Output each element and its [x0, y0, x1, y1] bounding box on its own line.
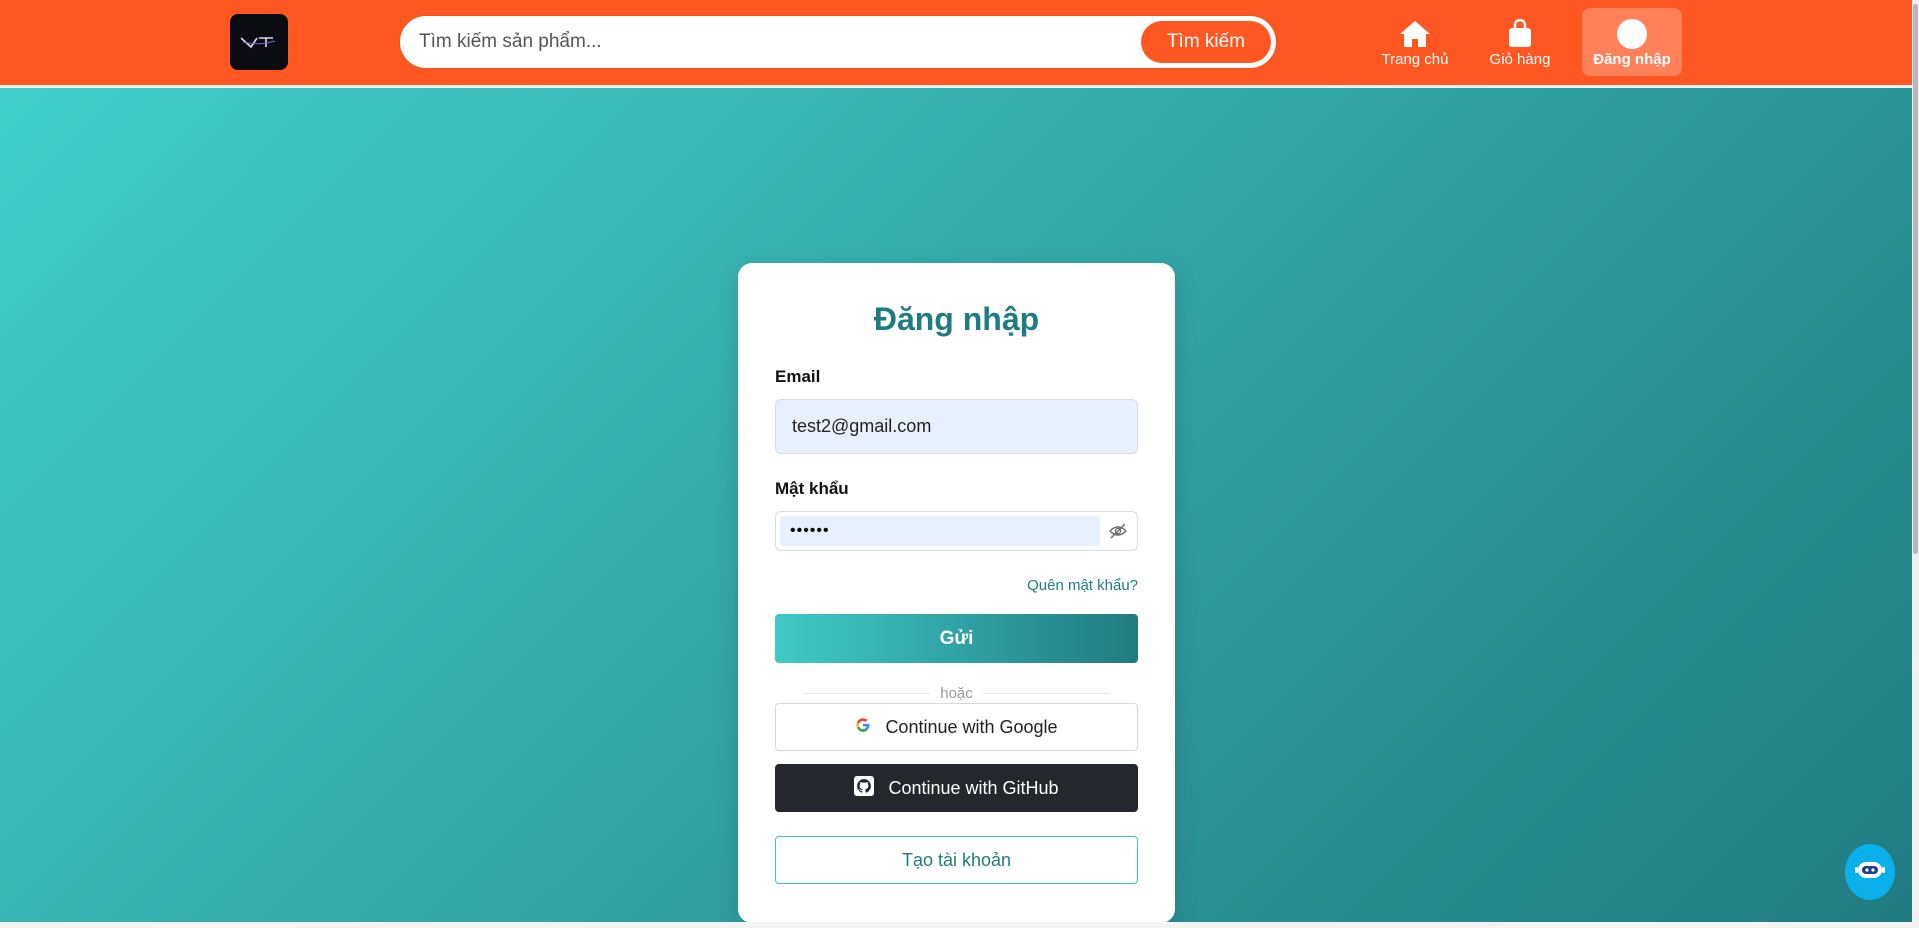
page-footer-edge: [0, 922, 1912, 928]
password-wrapper: [775, 511, 1138, 551]
github-icon: [854, 775, 875, 801]
google-login-button[interactable]: Continue with Google: [775, 703, 1138, 751]
email-field[interactable]: [775, 399, 1138, 454]
chatbot-button[interactable]: [1845, 844, 1895, 900]
brand-logo[interactable]: [230, 14, 288, 70]
chatbot-icon: [1855, 857, 1885, 888]
divider-line-right: [982, 692, 1110, 694]
home-icon: [1399, 17, 1431, 51]
nav-login-label: Đăng nhập: [1593, 50, 1671, 68]
nav-home-label: Trang chủ: [1381, 50, 1449, 68]
login-title: Đăng nhập: [873, 301, 1040, 337]
nav-cart[interactable]: Giỏ hàng: [1475, 8, 1565, 76]
forgot-password-link[interactable]: Quên mật khẩu?: [1027, 577, 1138, 594]
top-header: Tìm kiếm Trang chủ Giỏ hàng: [0, 0, 1912, 85]
nav-cart-label: Giỏ hàng: [1489, 50, 1551, 68]
nav-login[interactable]: Đăng nhập: [1582, 8, 1682, 76]
create-account-button[interactable]: Tạo tài khoản: [775, 836, 1138, 884]
password-field[interactable]: [780, 516, 1100, 546]
page: Tìm kiếm Trang chủ Giỏ hàng: [0, 0, 1912, 928]
or-divider: hoặc: [803, 683, 1110, 703]
search-input[interactable]: [419, 19, 1119, 65]
divider-line-left: [803, 692, 931, 694]
shopping-bag-icon: [1507, 17, 1533, 51]
divider-label: hoặc: [940, 684, 973, 702]
github-login-button[interactable]: Continue with GitHub: [775, 764, 1138, 812]
google-icon: [855, 717, 871, 738]
logo-mark-icon: [240, 37, 276, 49]
google-button-label: Continue with Google: [885, 716, 1058, 737]
submit-button[interactable]: Gửi: [775, 614, 1138, 663]
user-circle-icon: [1616, 17, 1648, 51]
eye-slash-icon[interactable]: [1107, 521, 1129, 541]
password-label: Mật khẩu: [775, 479, 849, 498]
search-bar: Tìm kiếm: [400, 16, 1276, 68]
search-button[interactable]: Tìm kiếm: [1141, 21, 1271, 63]
login-card: Đăng nhập Email Mật khẩu Quên mật khẩu? …: [738, 263, 1175, 923]
main-background: Đăng nhập Email Mật khẩu Quên mật khẩu? …: [0, 88, 1912, 923]
nav-home[interactable]: Trang chủ: [1370, 8, 1460, 76]
scrollbar-thumb[interactable]: [1913, 4, 1918, 554]
email-label: Email: [775, 367, 821, 386]
github-button-label: Continue with GitHub: [888, 777, 1059, 798]
